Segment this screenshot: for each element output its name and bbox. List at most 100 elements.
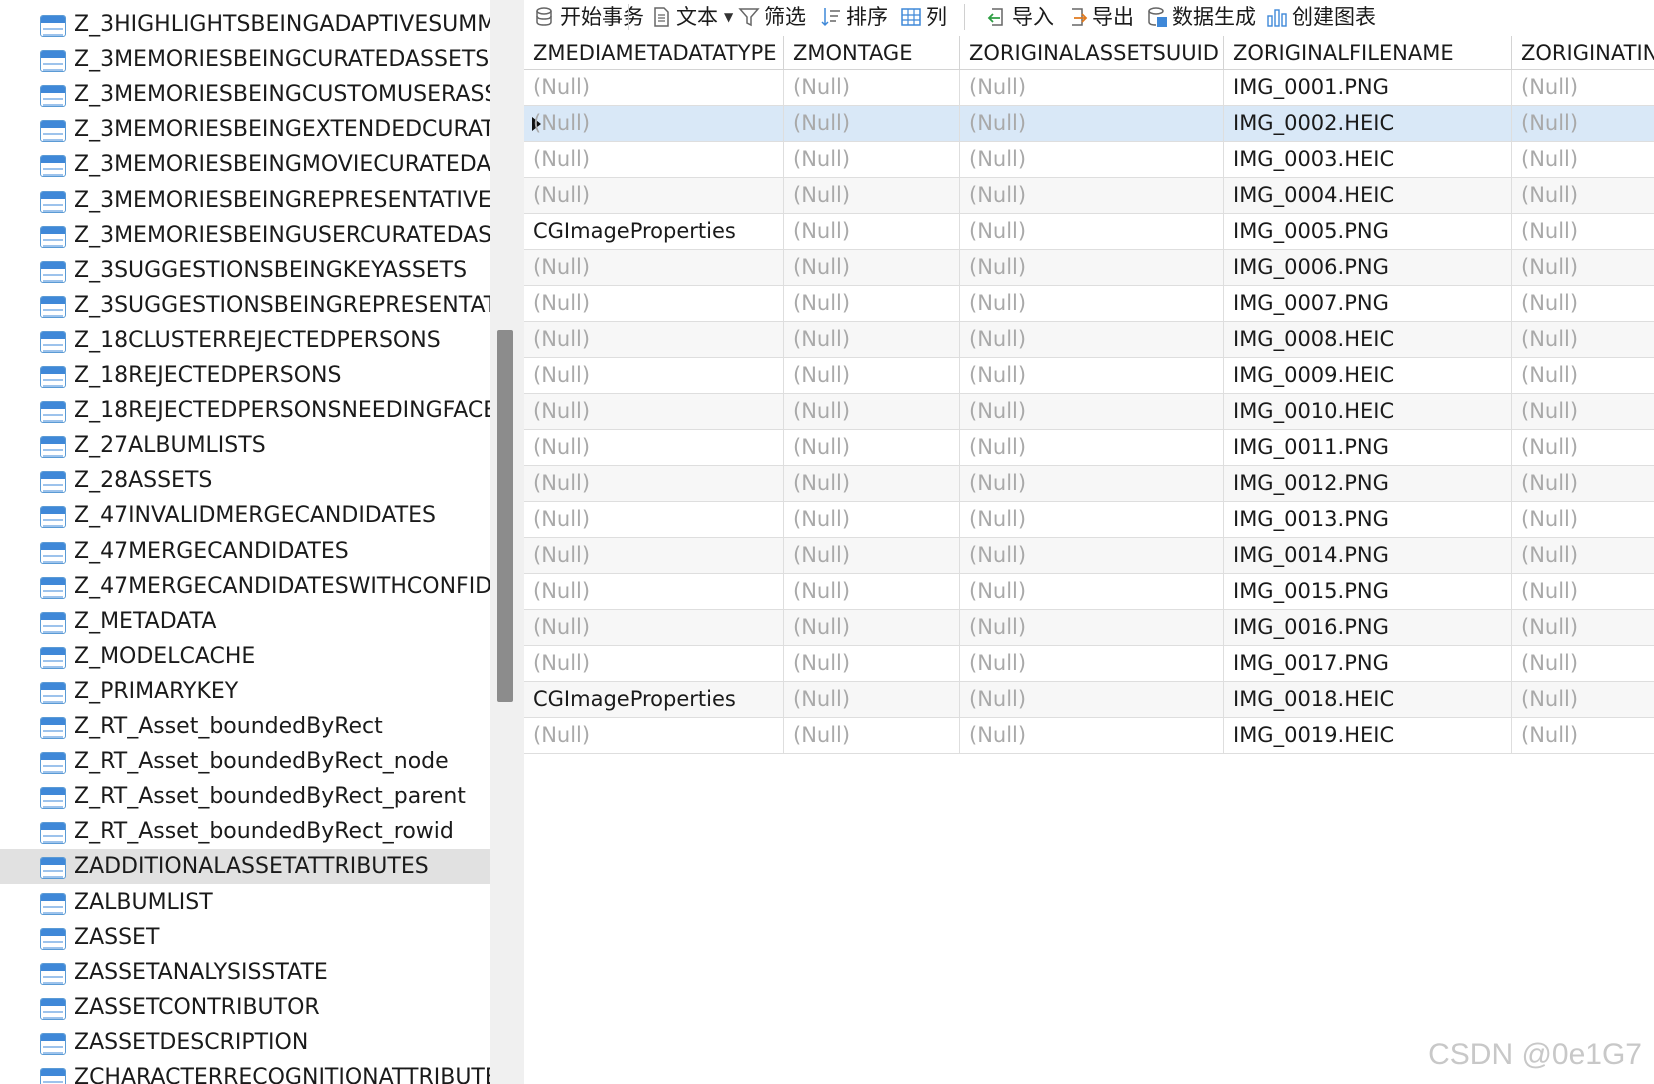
table-row[interactable]: (Null) (Null) (Null) IMG_0017.PNG (Null) <box>524 646 1654 682</box>
table-cell[interactable]: (Null) <box>1512 718 1654 754</box>
table-cell[interactable]: (Null) <box>960 574 1224 610</box>
table-cell[interactable]: (Null) <box>524 322 784 358</box>
table-cell[interactable]: (Null) <box>784 430 960 466</box>
table-cell[interactable]: (Null) <box>1512 106 1654 142</box>
table-cell[interactable]: (Null) <box>960 502 1224 538</box>
table-cell[interactable]: (Null) <box>784 394 960 430</box>
table-list-item[interactable]: Z_3MEMORIESBEINGCURATEDASSETS <box>0 42 490 77</box>
table-list-item[interactable]: Z_PRIMARYKEY <box>0 674 490 709</box>
table-list-item[interactable]: Z_3MEMORIESBEINGMOVIECURATEDASS <box>0 147 490 182</box>
table-cell[interactable]: (Null) <box>960 682 1224 718</box>
table-row[interactable]: (Null) (Null) (Null) IMG_0014.PNG (Null) <box>524 538 1654 574</box>
table-cell[interactable]: (Null) <box>960 106 1224 142</box>
column-header[interactable]: ZMONTAGE <box>784 36 960 70</box>
column-header[interactable]: ZMEDIAMETADATATYPE <box>524 36 784 70</box>
table-list-item[interactable]: Z_18REJECTEDPERSONSNEEDINGFACECR <box>0 393 490 428</box>
table-row[interactable]: (Null) (Null) (Null) IMG_0007.PNG (Null) <box>524 286 1654 322</box>
table-cell[interactable]: IMG_0008.HEIC <box>1224 322 1512 358</box>
table-cell[interactable]: (Null) <box>524 646 784 682</box>
table-cell[interactable]: IMG_0013.PNG <box>1224 502 1512 538</box>
table-cell[interactable]: IMG_0018.HEIC <box>1224 682 1512 718</box>
table-cell[interactable]: (Null) <box>1512 286 1654 322</box>
table-cell[interactable]: (Null) <box>524 70 784 106</box>
table-cell[interactable]: (Null) <box>524 286 784 322</box>
sidebar-scrollbar-thumb[interactable] <box>497 330 513 702</box>
table-cell[interactable]: IMG_0003.HEIC <box>1224 142 1512 178</box>
table-cell[interactable]: (Null) <box>960 430 1224 466</box>
table-row[interactable]: (Null) (Null) (Null) IMG_0001.PNG (Null) <box>524 70 1654 106</box>
table-cell[interactable]: (Null) <box>1512 178 1654 214</box>
table-row[interactable]: (Null) (Null) (Null) IMG_0016.PNG (Null) <box>524 610 1654 646</box>
table-row[interactable]: (Null) (Null) (Null) IMG_0009.HEIC (Null) <box>524 358 1654 394</box>
table-cell[interactable]: IMG_0012.PNG <box>1224 466 1512 502</box>
generate-data-button[interactable]: 数据生成 <box>1146 0 1256 34</box>
table-list-item[interactable]: Z_47MERGECANDIDATES <box>0 534 490 569</box>
table-list-item[interactable]: Z_RT_Asset_boundedByRect <box>0 709 490 744</box>
table-list-item[interactable]: Z_3SUGGESTIONSBEINGKEYASSETS <box>0 253 490 288</box>
table-list-item[interactable]: Z_3MEMORIESBEINGUSERCURATEDASSE <box>0 218 490 253</box>
export-button[interactable]: 导出 <box>1066 0 1134 34</box>
table-cell[interactable]: IMG_0016.PNG <box>1224 610 1512 646</box>
table-cell[interactable]: (Null) <box>960 250 1224 286</box>
table-row[interactable]: (Null) (Null) (Null) IMG_0006.PNG (Null) <box>524 250 1654 286</box>
table-cell[interactable]: IMG_0007.PNG <box>1224 286 1512 322</box>
table-cell[interactable]: (Null) <box>1512 250 1654 286</box>
table-cell[interactable]: (Null) <box>784 358 960 394</box>
table-cell[interactable]: (Null) <box>1512 466 1654 502</box>
table-cell[interactable]: (Null) <box>960 322 1224 358</box>
column-header[interactable]: ZORIGINATIN <box>1512 36 1654 70</box>
table-list-item[interactable]: Z_18CLUSTERREJECTEDPERSONS <box>0 323 490 358</box>
table-cell[interactable]: (Null) <box>1512 502 1654 538</box>
table-cell[interactable]: IMG_0009.HEIC <box>1224 358 1512 394</box>
table-row[interactable]: CGImageProperties (Null) (Null) IMG_0018.HE… <box>524 682 1654 718</box>
table-cell[interactable]: (Null) <box>524 430 784 466</box>
table-cell[interactable]: IMG_0014.PNG <box>1224 538 1512 574</box>
import-button[interactable]: 导入 <box>986 0 1054 34</box>
table-cell[interactable]: (Null) <box>1512 574 1654 610</box>
filter-button[interactable]: 筛选 <box>738 0 806 34</box>
table-list-item[interactable]: Z_28ASSETS <box>0 463 490 498</box>
table-cell[interactable]: CGImageProperties <box>524 682 784 718</box>
table-cell[interactable]: (Null) <box>784 502 960 538</box>
table-row[interactable]: CGImageProperties (Null) (Null) IMG_0005.PN… <box>524 214 1654 250</box>
table-list-item[interactable]: ZASSETDESCRIPTION <box>0 1025 490 1060</box>
table-list-item[interactable]: Z_47INVALIDMERGECANDIDATES <box>0 498 490 533</box>
table-cell[interactable]: (Null) <box>524 394 784 430</box>
table-row[interactable]: (Null) (Null) (Null) IMG_0003.HEIC (Null) <box>524 142 1654 178</box>
table-cell[interactable]: (Null) <box>960 538 1224 574</box>
table-list-item[interactable]: Z_RT_Asset_boundedByRect_node <box>0 744 490 779</box>
table-cell[interactable]: (Null) <box>784 538 960 574</box>
column-header[interactable]: ZORIGINALFILENAME <box>1224 36 1512 70</box>
table-cell[interactable]: (Null) <box>1512 646 1654 682</box>
table-cell[interactable]: IMG_0010.HEIC <box>1224 394 1512 430</box>
table-cell[interactable]: IMG_0006.PNG <box>1224 250 1512 286</box>
table-list-item[interactable]: ZASSETCONTRIBUTOR <box>0 990 490 1025</box>
table-cell[interactable]: (Null) <box>524 718 784 754</box>
table-row[interactable]: (Null) (Null) (Null) IMG_0019.HEIC (Null) <box>524 718 1654 754</box>
table-row[interactable]: (Null) (Null) (Null) IMG_0002.HEIC (Null) <box>524 106 1654 142</box>
table-row[interactable]: (Null) (Null) (Null) IMG_0013.PNG (Null) <box>524 502 1654 538</box>
table-cell[interactable]: (Null) <box>784 682 960 718</box>
table-cell[interactable]: (Null) <box>784 214 960 250</box>
table-cell[interactable]: (Null) <box>784 646 960 682</box>
table-row[interactable]: (Null) (Null) (Null) IMG_0012.PNG (Null) <box>524 466 1654 502</box>
table-cell[interactable]: IMG_0017.PNG <box>1224 646 1512 682</box>
table-cell[interactable]: (Null) <box>524 250 784 286</box>
table-cell[interactable]: IMG_0002.HEIC <box>1224 106 1512 142</box>
table-row[interactable]: (Null) (Null) (Null) IMG_0008.HEIC (Null) <box>524 322 1654 358</box>
table-cell[interactable]: (Null) <box>960 610 1224 646</box>
table-list-item[interactable]: Z_RT_Asset_boundedByRect_rowid <box>0 814 490 849</box>
columns-button[interactable]: 列 <box>900 0 947 34</box>
table-cell[interactable]: (Null) <box>524 358 784 394</box>
table-list-item[interactable]: Z_RT_Asset_boundedByRect_parent <box>0 779 490 814</box>
table-list-item[interactable]: Z_18REJECTEDPERSONS <box>0 358 490 393</box>
table-cell[interactable]: (Null) <box>524 610 784 646</box>
table-cell[interactable]: (Null) <box>784 466 960 502</box>
table-cell[interactable]: (Null) <box>784 610 960 646</box>
table-list-item[interactable]: Z_47MERGECANDIDATESWITHCONFIDEN <box>0 569 490 604</box>
table-cell[interactable]: (Null) <box>784 178 960 214</box>
table-cell[interactable]: IMG_0005.PNG <box>1224 214 1512 250</box>
table-cell[interactable]: (Null) <box>784 322 960 358</box>
table-cell[interactable]: (Null) <box>960 466 1224 502</box>
table-list-item[interactable]: ZADDITIONALASSETATTRIBUTES <box>0 849 490 885</box>
